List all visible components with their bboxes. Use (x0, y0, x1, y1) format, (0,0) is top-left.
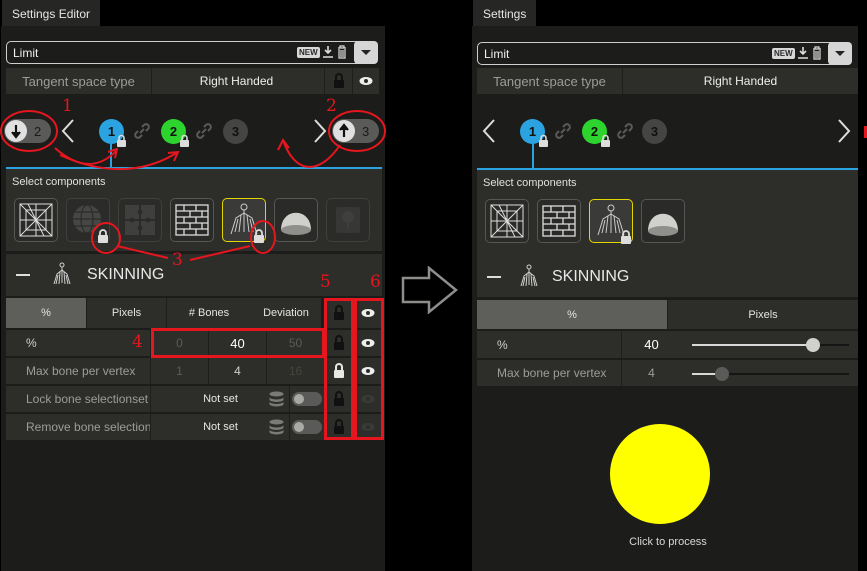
tab-pixels[interactable]: Pixels (667, 300, 858, 329)
preset-selector[interactable]: Limit NEW (477, 42, 852, 65)
row-label: % (497, 337, 508, 352)
tangent-space-label: Tangent space type (493, 73, 606, 89)
select-components-label: Select components (483, 177, 577, 189)
annotation-line-3b (189, 245, 251, 261)
brick-texture-icon (541, 203, 577, 239)
percent-slider[interactable] (692, 338, 849, 352)
hemisphere-icon (645, 203, 681, 239)
component-brick-texture[interactable] (537, 199, 581, 243)
annotation-arrow-2 (277, 138, 341, 168)
active-lod-indicator (532, 144, 534, 169)
annotation-label-6: 6 (370, 272, 381, 292)
new-preset-button[interactable]: NEW (772, 48, 795, 59)
max-bone-value[interactable]: 4 (621, 360, 681, 386)
lod-level-label: 3 (650, 124, 659, 139)
tangent-space-row: Tangent space type Right Handed (477, 68, 858, 94)
annotation-label-1: 1 (62, 96, 73, 116)
annotation-circle-3b (250, 220, 276, 254)
skinning-row-percent: % 40 (477, 331, 858, 358)
tab-settings[interactable]: Settings (473, 0, 537, 26)
annotation-line-3a (116, 245, 169, 259)
download-icon[interactable] (797, 46, 809, 60)
slider-knob[interactable] (805, 338, 820, 352)
lock-icon (539, 134, 548, 147)
annotation-box-4 (151, 328, 325, 358)
process-icon-top-half (610, 424, 710, 474)
max-bone-slider[interactable] (692, 367, 849, 381)
previous-lod-chevron[interactable] (482, 119, 496, 143)
slider-fill (692, 344, 813, 346)
annotation-circle-3a (91, 222, 121, 254)
lock-icon (620, 230, 632, 249)
preset-name: Limit (484, 47, 510, 61)
component-wireframe[interactable] (485, 199, 529, 243)
annotation-box-6 (354, 298, 384, 440)
annotation-box-5 (324, 298, 354, 440)
slider-knob[interactable] (714, 367, 729, 381)
wireframe-icon (489, 203, 525, 239)
skinning-title: SKINNING (552, 268, 630, 285)
lod-level-label: 1 (528, 124, 537, 139)
process-button[interactable] (608, 424, 720, 528)
row-label: Max bone per vertex (497, 366, 607, 380)
transition-arrow-icon (401, 266, 458, 314)
process-caption[interactable]: Click to process (608, 536, 728, 548)
annotation-label-5: 5 (320, 272, 331, 292)
annotation-label-3: 3 (172, 250, 183, 270)
link-icon[interactable] (554, 122, 572, 140)
annotation-label-4: 4 (132, 332, 143, 352)
next-lod-chevron[interactable] (837, 119, 851, 143)
annotation-circle-1 (0, 110, 58, 152)
trash-icon[interactable] (812, 46, 822, 60)
skinning-mode-tabs: % Pixels (477, 300, 858, 329)
collapse-icon[interactable] (487, 276, 501, 278)
preset-dropdown-button[interactable] (828, 42, 852, 65)
skinning-row-max-bone: Max bone per vertex 4 (477, 360, 858, 386)
annotation-label-2: 2 (326, 96, 337, 116)
lock-icon (601, 134, 610, 147)
component-hemisphere[interactable] (641, 199, 685, 243)
process-icon-bottom-half (610, 474, 710, 524)
tab-percent[interactable]: % (477, 300, 667, 329)
link-icon[interactable] (616, 122, 634, 140)
annotation-arrow-1b (59, 150, 180, 171)
tangent-space-value[interactable]: Right Handed (622, 68, 858, 94)
lod-level-label: 2 (590, 124, 599, 139)
annotation-circle-2 (328, 110, 386, 152)
lod-level-3[interactable]: 3 (642, 119, 667, 144)
skinning-icon (520, 264, 538, 287)
skinning-header: SKINNING (477, 255, 858, 297)
